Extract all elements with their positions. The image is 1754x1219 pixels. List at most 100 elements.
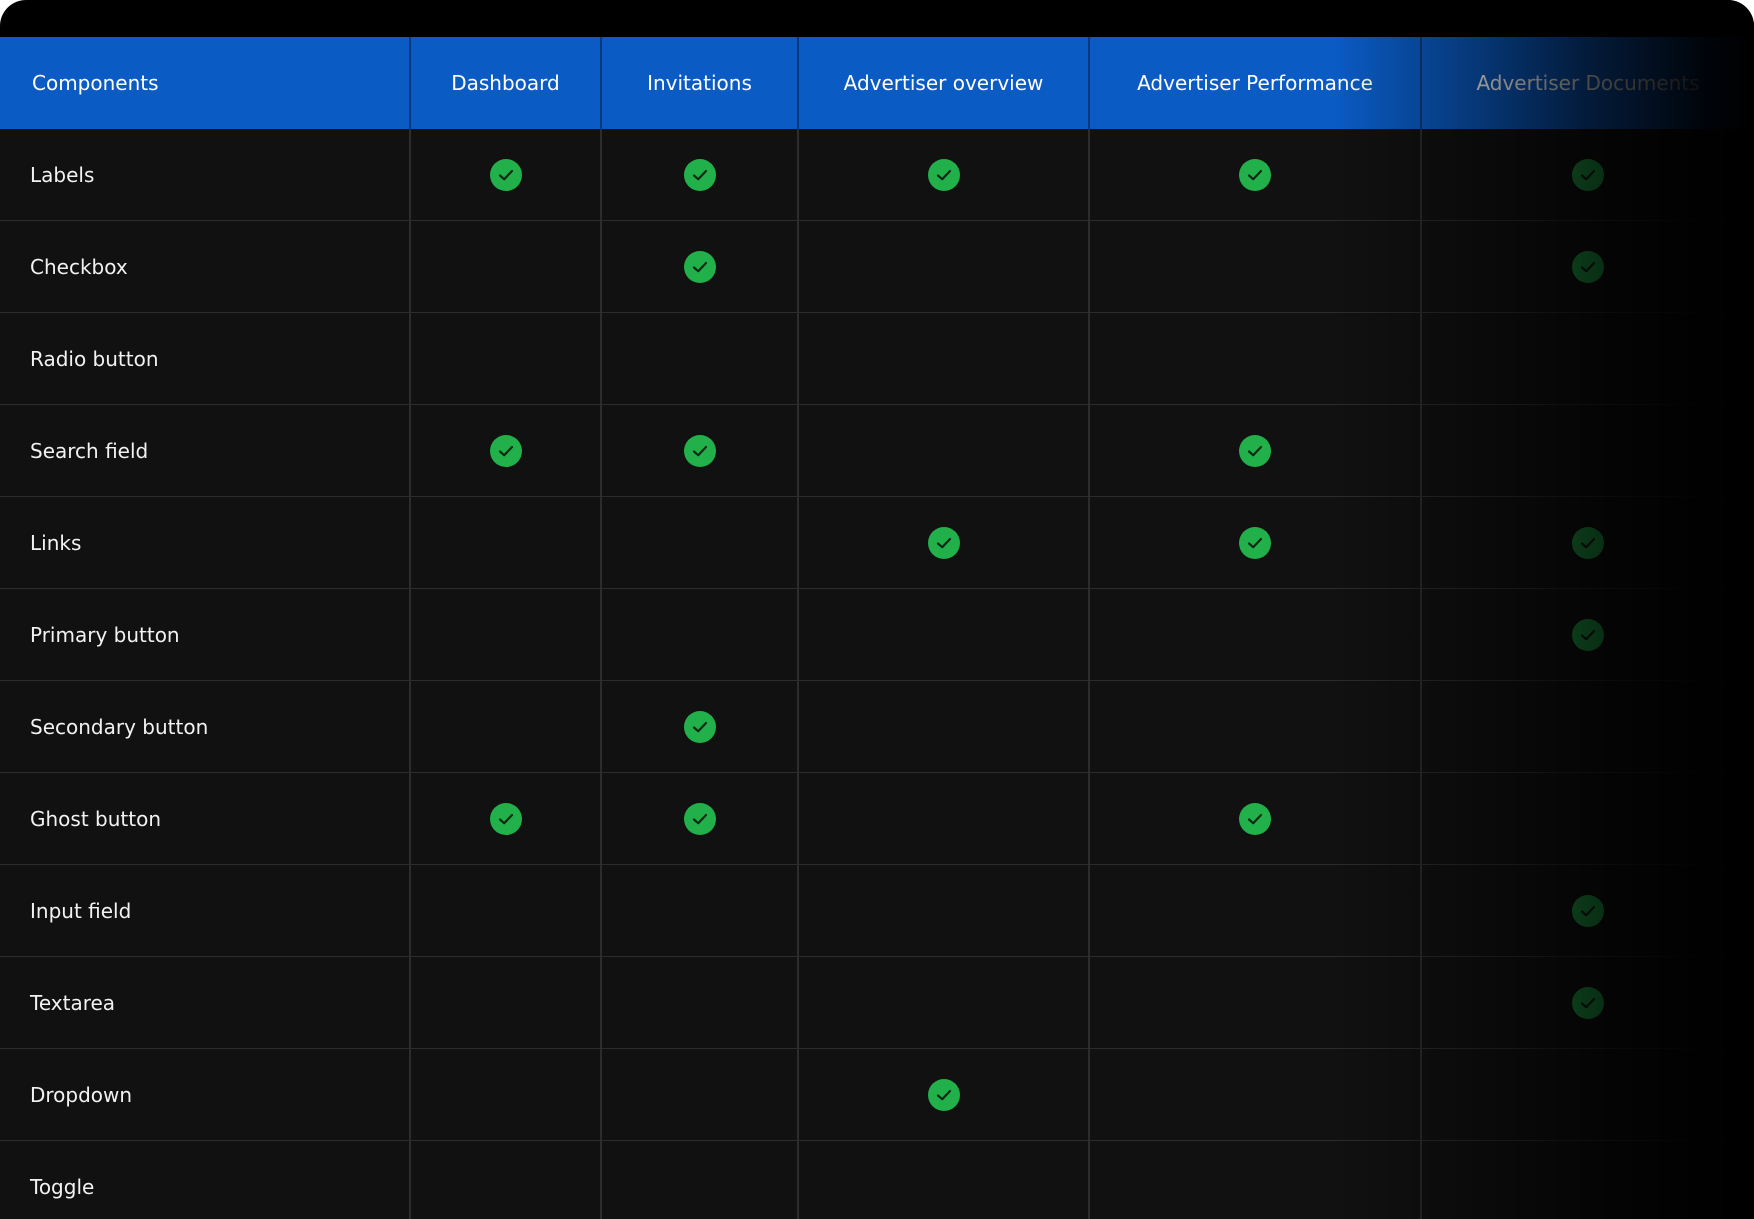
cell-advertiser-overview	[798, 496, 1090, 589]
cell-advertiser-documents	[1421, 588, 1754, 681]
cell-invitations	[601, 1048, 799, 1141]
cell-dashboard	[410, 129, 602, 221]
cell-advertiser-overview	[798, 864, 1090, 957]
cell-advertiser-overview	[798, 1140, 1090, 1219]
cell-advertiser-performance	[1089, 129, 1422, 221]
cell-advertiser-performance	[1089, 864, 1422, 957]
cell-advertiser-overview	[798, 588, 1090, 681]
cell-advertiser-overview	[798, 404, 1090, 497]
cell-advertiser-performance	[1089, 220, 1422, 313]
component-label: Dropdown	[0, 1048, 411, 1141]
cell-advertiser-documents	[1421, 1140, 1754, 1219]
table-row: Secondary button	[0, 680, 1754, 773]
check-circle-icon	[1572, 618, 1604, 651]
table-row: Textarea	[0, 956, 1754, 1049]
cell-advertiser-performance	[1089, 588, 1422, 681]
check-circle-icon	[683, 250, 716, 283]
cell-advertiser-performance	[1089, 680, 1422, 773]
column-header-invitations: Invitations	[601, 37, 799, 129]
table-row: Dropdown	[0, 1048, 1754, 1141]
cell-advertiser-overview	[798, 312, 1090, 405]
cell-advertiser-overview	[798, 129, 1090, 221]
table-row: Toggle	[0, 1140, 1754, 1219]
check-circle-icon	[1572, 986, 1604, 1019]
table-row: Ghost button	[0, 772, 1754, 865]
check-circle-icon	[1239, 434, 1271, 467]
table-row: Input field	[0, 864, 1754, 957]
cell-advertiser-overview	[798, 220, 1090, 313]
check-circle-icon	[927, 1078, 960, 1111]
table-row: Radio button	[0, 312, 1754, 405]
check-circle-icon	[489, 158, 522, 191]
cell-invitations	[601, 1140, 799, 1219]
component-label: Primary button	[0, 588, 411, 681]
check-circle-icon	[1239, 158, 1271, 191]
cell-advertiser-performance	[1089, 1048, 1422, 1141]
cell-dashboard	[410, 404, 602, 497]
check-circle-icon	[1572, 250, 1604, 283]
cell-invitations	[601, 864, 799, 957]
cell-dashboard	[410, 496, 602, 589]
column-header-advertiser-performance: Advertiser Performance	[1089, 37, 1422, 129]
cell-invitations	[601, 220, 799, 313]
column-header-dashboard: Dashboard	[410, 37, 602, 129]
cell-advertiser-overview	[798, 1048, 1090, 1141]
component-usage-table: Components Dashboard Invitations Adverti…	[0, 37, 1754, 1219]
cell-advertiser-performance	[1089, 312, 1422, 405]
cell-advertiser-overview	[798, 772, 1090, 865]
check-circle-icon	[489, 434, 522, 467]
cell-dashboard	[410, 680, 602, 773]
table-header-row: Components Dashboard Invitations Adverti…	[0, 37, 1754, 129]
column-header-components: Components	[0, 37, 411, 129]
check-circle-icon	[683, 802, 716, 835]
cell-invitations	[601, 496, 799, 589]
check-circle-icon	[927, 526, 960, 559]
cell-advertiser-documents	[1421, 956, 1754, 1049]
cell-dashboard	[410, 1140, 602, 1219]
component-label: Toggle	[0, 1140, 411, 1219]
check-circle-icon	[1239, 802, 1271, 835]
component-label: Labels	[0, 129, 411, 221]
cell-advertiser-overview	[798, 956, 1090, 1049]
cell-advertiser-documents	[1421, 680, 1754, 773]
cell-dashboard	[410, 956, 602, 1049]
table-body: Labels Checkbox Radio button Search field Li…	[0, 129, 1754, 1219]
table-row: Labels	[0, 129, 1754, 221]
cell-advertiser-documents	[1421, 1048, 1754, 1141]
component-label: Checkbox	[0, 220, 411, 313]
component-label: Search field	[0, 404, 411, 497]
cell-invitations	[601, 312, 799, 405]
cell-advertiser-documents	[1421, 312, 1754, 405]
component-label: Secondary button	[0, 680, 411, 773]
component-label: Input field	[0, 864, 411, 957]
cell-invitations	[601, 956, 799, 1049]
cell-invitations	[601, 129, 799, 221]
cell-advertiser-overview	[798, 680, 1090, 773]
table-row: Search field	[0, 404, 1754, 497]
check-circle-icon	[1239, 526, 1271, 559]
check-circle-icon	[927, 158, 960, 191]
cell-dashboard	[410, 1048, 602, 1141]
component-label: Links	[0, 496, 411, 589]
cell-invitations	[601, 680, 799, 773]
cell-advertiser-documents	[1421, 404, 1754, 497]
table-row: Links	[0, 496, 1754, 589]
check-circle-icon	[1572, 158, 1604, 191]
cell-dashboard	[410, 312, 602, 405]
cell-advertiser-documents	[1421, 220, 1754, 313]
cell-advertiser-performance	[1089, 404, 1422, 497]
cell-dashboard	[410, 220, 602, 313]
check-circle-icon	[1572, 526, 1604, 559]
check-circle-icon	[683, 158, 716, 191]
cell-invitations	[601, 404, 799, 497]
cell-dashboard	[410, 864, 602, 957]
cell-invitations	[601, 588, 799, 681]
cell-invitations	[601, 772, 799, 865]
table-row: Primary button	[0, 588, 1754, 681]
cell-dashboard	[410, 588, 602, 681]
cell-dashboard	[410, 772, 602, 865]
column-header-advertiser-documents: Advertiser Documents	[1421, 37, 1754, 129]
cell-advertiser-performance	[1089, 956, 1422, 1049]
check-circle-icon	[683, 434, 716, 467]
cell-advertiser-documents	[1421, 129, 1754, 221]
